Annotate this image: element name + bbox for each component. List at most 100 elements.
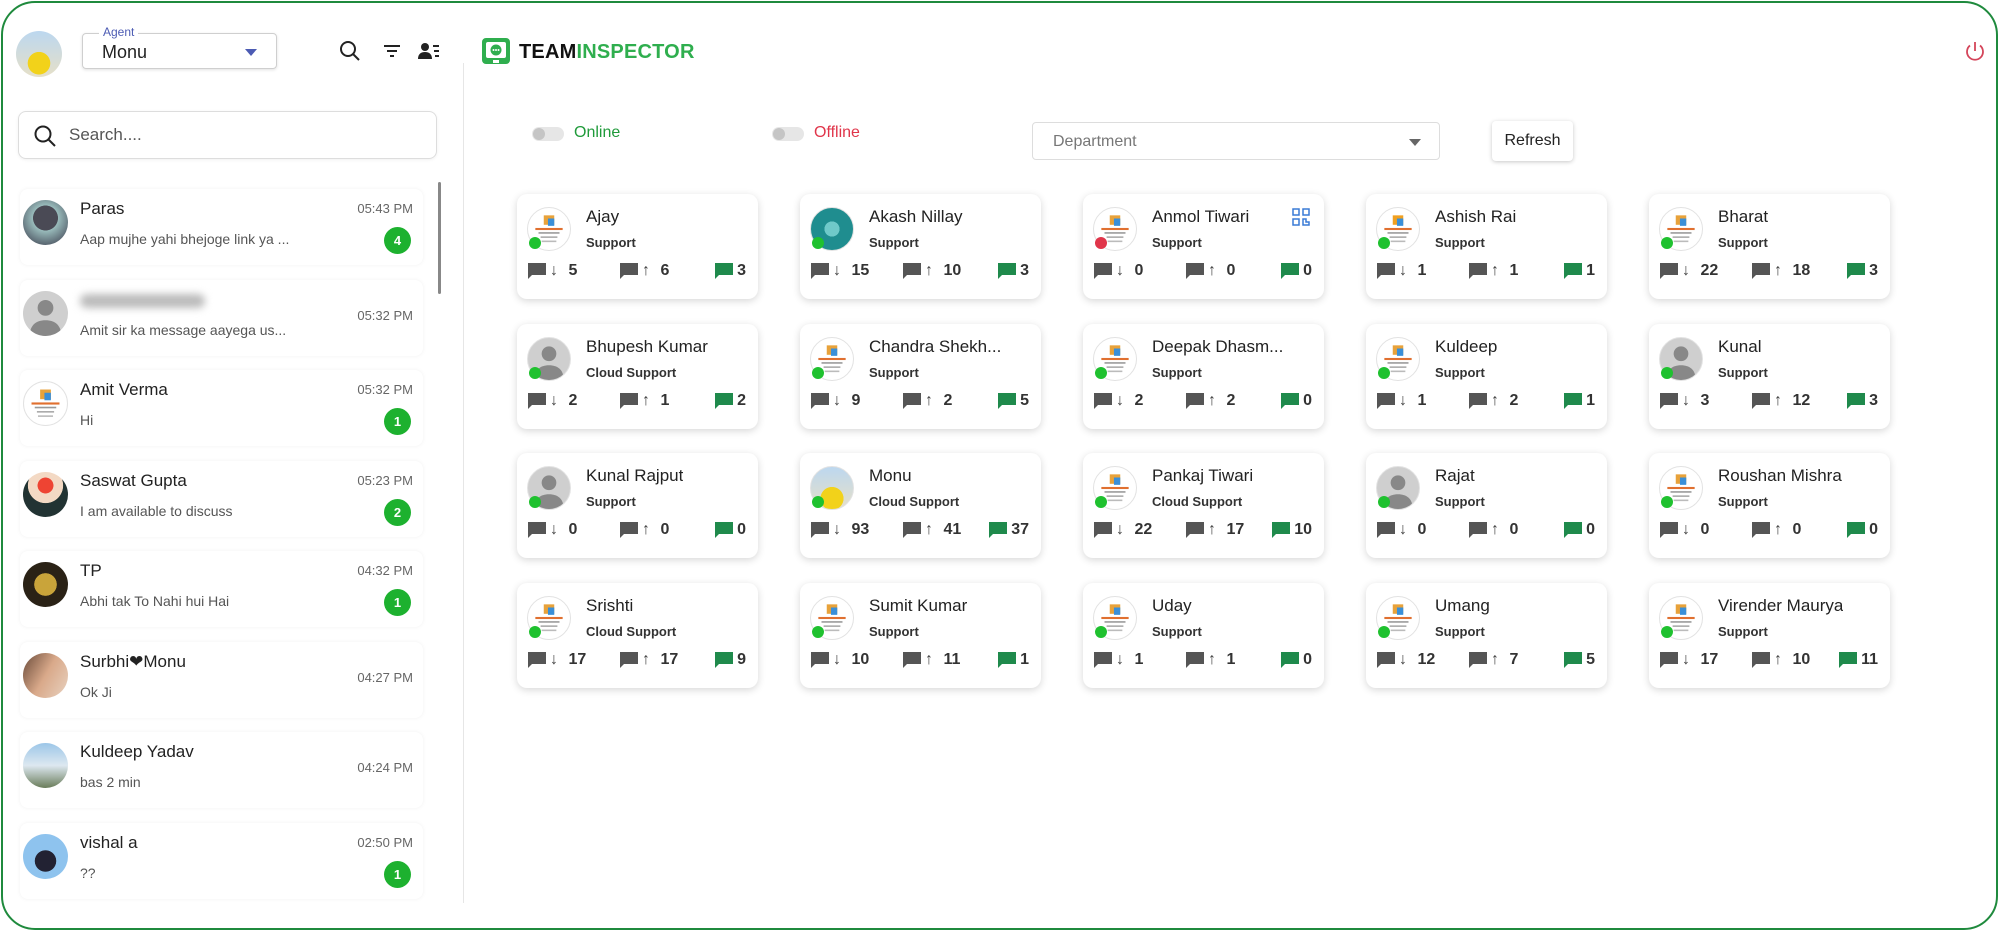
online-status-dot: [529, 496, 541, 508]
outgoing-messages-stat: ↑ 6: [619, 262, 669, 280]
power-icon[interactable]: [1963, 39, 1987, 63]
current-agent-avatar[interactable]: [16, 31, 62, 77]
online-toggle[interactable]: [532, 127, 564, 141]
agent-name: Roushan Mishra: [1718, 466, 1842, 485]
agent-card[interactable]: Roushan Mishra Support ↓ 0 ↑ 00: [1649, 453, 1890, 558]
message-outgoing-icon: [1752, 263, 1770, 279]
agent-card[interactable]: Monu Cloud Support ↓ 93 ↑ 41 37: [800, 453, 1041, 558]
active-chat-count: 1: [1586, 391, 1595, 409]
incoming-messages-stat: ↓ 1: [1376, 262, 1426, 280]
agent-card[interactable]: Ajay Support ↓ 5 ↑ 6 3: [517, 194, 758, 299]
chat-list-item[interactable]: Amit sir ka message aayega us... 05:32 PM: [20, 279, 423, 356]
agent-department: Support: [869, 235, 919, 250]
offline-toggle[interactable]: [772, 127, 804, 141]
message-outgoing-icon: [1469, 263, 1487, 279]
chat-list-item[interactable]: Surbhi❤Monu Ok Ji 04:27 PM: [20, 641, 423, 718]
active-chat-icon: [1847, 392, 1866, 409]
unread-badge: 1: [384, 408, 411, 435]
outgoing-count: 17: [660, 650, 679, 668]
agent-card[interactable]: Chandra Shekh... Support ↓ 9 ↑ 2 5: [800, 323, 1041, 429]
chat-avatar: [23, 652, 68, 698]
incoming-messages-stat: ↓ 93: [810, 521, 869, 539]
message-outgoing-icon: [620, 392, 638, 409]
chat-time: 04:24 PM: [357, 760, 413, 775]
online-status-dot: [812, 366, 824, 379]
active-chats-stat: 9: [714, 651, 746, 669]
outgoing-count: 0: [660, 521, 670, 538]
agent-card[interactable]: Bharat Support ↓ 22 ↑ 18 3: [1649, 194, 1890, 299]
search-icon[interactable]: [338, 39, 362, 63]
active-chat-count: 3: [1020, 262, 1029, 279]
outgoing-count: 2: [943, 391, 953, 409]
agent-department: Support: [1718, 235, 1768, 250]
online-status-dot: [529, 366, 541, 379]
chat-avatar: [23, 471, 68, 517]
incoming-count: 1: [1417, 262, 1427, 279]
agent-department: Support: [1718, 623, 1768, 639]
chat-name: Amit Verma: [80, 380, 168, 399]
active-chat-icon: [1564, 263, 1583, 279]
message-outgoing-icon: [903, 651, 921, 668]
outgoing-messages-stat: ↑ 12: [1751, 392, 1810, 410]
chat-list-item[interactable]: Kuldeep Yadav bas 2 min 04:24 PM: [20, 732, 423, 808]
message-incoming-icon: [528, 392, 546, 409]
agent-card[interactable]: Anmol Tiwari Support ↓ 0 ↑ 00: [1083, 194, 1324, 299]
agent-card[interactable]: Pankaj Tiwari Cloud Support ↓ 22 ↑ 17 10: [1083, 453, 1324, 558]
agent-card[interactable]: Akash Nillay Support ↓ 15 ↑ 10 3: [800, 194, 1041, 299]
incoming-messages-stat: ↓ 2: [1093, 392, 1143, 410]
agent-card[interactable]: Uday Support ↓ 1 ↑ 1 0: [1083, 582, 1324, 688]
incoming-count: 9: [851, 391, 861, 409]
incoming-count: 17: [568, 650, 587, 668]
incoming-messages-stat: ↓ 9: [810, 392, 860, 410]
contacts-list-icon[interactable]: [417, 39, 441, 63]
agent-card[interactable]: Kuldeep Support ↓ 1 ↑ 2 1: [1366, 323, 1607, 429]
outgoing-count: 1: [1509, 262, 1519, 279]
qr-code-icon[interactable]: [1292, 208, 1310, 226]
chat-list-item[interactable]: Amit Verma Hi 05:32 PM 1: [20, 370, 423, 446]
active-chat-count: 3: [737, 262, 746, 279]
agent-card[interactable]: Sumit Kumar Support ↓ 10 ↑ 11 1: [800, 582, 1041, 688]
active-chats-stat: 0: [1563, 521, 1595, 539]
outgoing-count: 17: [1226, 521, 1245, 538]
chat-search[interactable]: [18, 111, 437, 159]
online-toggle-label: Online: [574, 124, 621, 141]
incoming-count: 22: [1134, 521, 1153, 538]
offline-status-dot: [1095, 237, 1107, 249]
message-incoming-icon: [528, 651, 546, 668]
agent-card[interactable]: Ashish Rai Support ↓ 1 ↑ 11: [1366, 194, 1607, 299]
chat-search-input[interactable]: [69, 122, 419, 148]
online-status-dot: [1661, 366, 1673, 379]
agent-select[interactable]: Agent Monu: [82, 25, 277, 69]
incoming-messages-stat: ↓ 15: [810, 262, 869, 280]
outgoing-messages-stat: ↑ 0: [1468, 521, 1518, 539]
agent-card[interactable]: Umang Support ↓ 12 ↑ 7 5: [1366, 582, 1607, 688]
chat-list-item[interactable]: vishal a?? 02:50 PM 1: [20, 822, 423, 899]
agent-card[interactable]: Kunal Rajput Support ↓ 0 ↑ 00: [517, 453, 758, 558]
active-chat-icon: [1564, 651, 1583, 668]
chat-list-item[interactable]: Paras Aap mujhe yahi bhejoge link ya ... 0…: [20, 189, 423, 265]
chat-list-item[interactable]: TP Abhi tak To Nahi hui Hai 04:32 PM 1: [20, 551, 423, 627]
agent-name: Bharat: [1718, 207, 1769, 226]
agent-card[interactable]: Virender Maurya Support ↓ 17 ↑ 10 11: [1649, 582, 1890, 688]
agent-card[interactable]: Kunal Support ↓ 3 ↑ 12 3: [1649, 323, 1890, 429]
filter-icon[interactable]: [380, 39, 404, 63]
message-incoming-icon: [1377, 651, 1395, 668]
agent-card[interactable]: Bhupesh Kumar Cloud Support ↓ 2 ↑ 1 2: [517, 323, 758, 429]
chat-time: 04:27 PM: [357, 669, 413, 685]
incoming-count: 1: [1134, 650, 1144, 668]
outgoing-count: 10: [943, 262, 962, 279]
agent-card[interactable]: Srishti Cloud Support ↓ 17 ↑ 17 9: [517, 582, 758, 688]
department-select[interactable]: Department: [1032, 122, 1440, 160]
message-incoming-icon: [1094, 263, 1112, 279]
chat-list-item[interactable]: Saswat Gupta I am available to discuss 05:…: [20, 460, 423, 537]
agent-card[interactable]: Rajat Support ↓ 0 ↑ 00: [1366, 453, 1607, 558]
outgoing-count: 2: [1509, 391, 1519, 409]
chat-avatar: [23, 743, 68, 788]
refresh-button[interactable]: Refresh: [1492, 121, 1573, 161]
agent-card[interactable]: Deepak Dhasm... Support ↓ 2 ↑ 2 0: [1083, 323, 1324, 429]
message-incoming-icon: [811, 392, 829, 409]
message-outgoing-icon: [1752, 651, 1770, 668]
online-status-dot: [812, 625, 824, 638]
incoming-count: 2: [568, 391, 578, 409]
chat-list-scrollbar[interactable]: [438, 182, 441, 294]
